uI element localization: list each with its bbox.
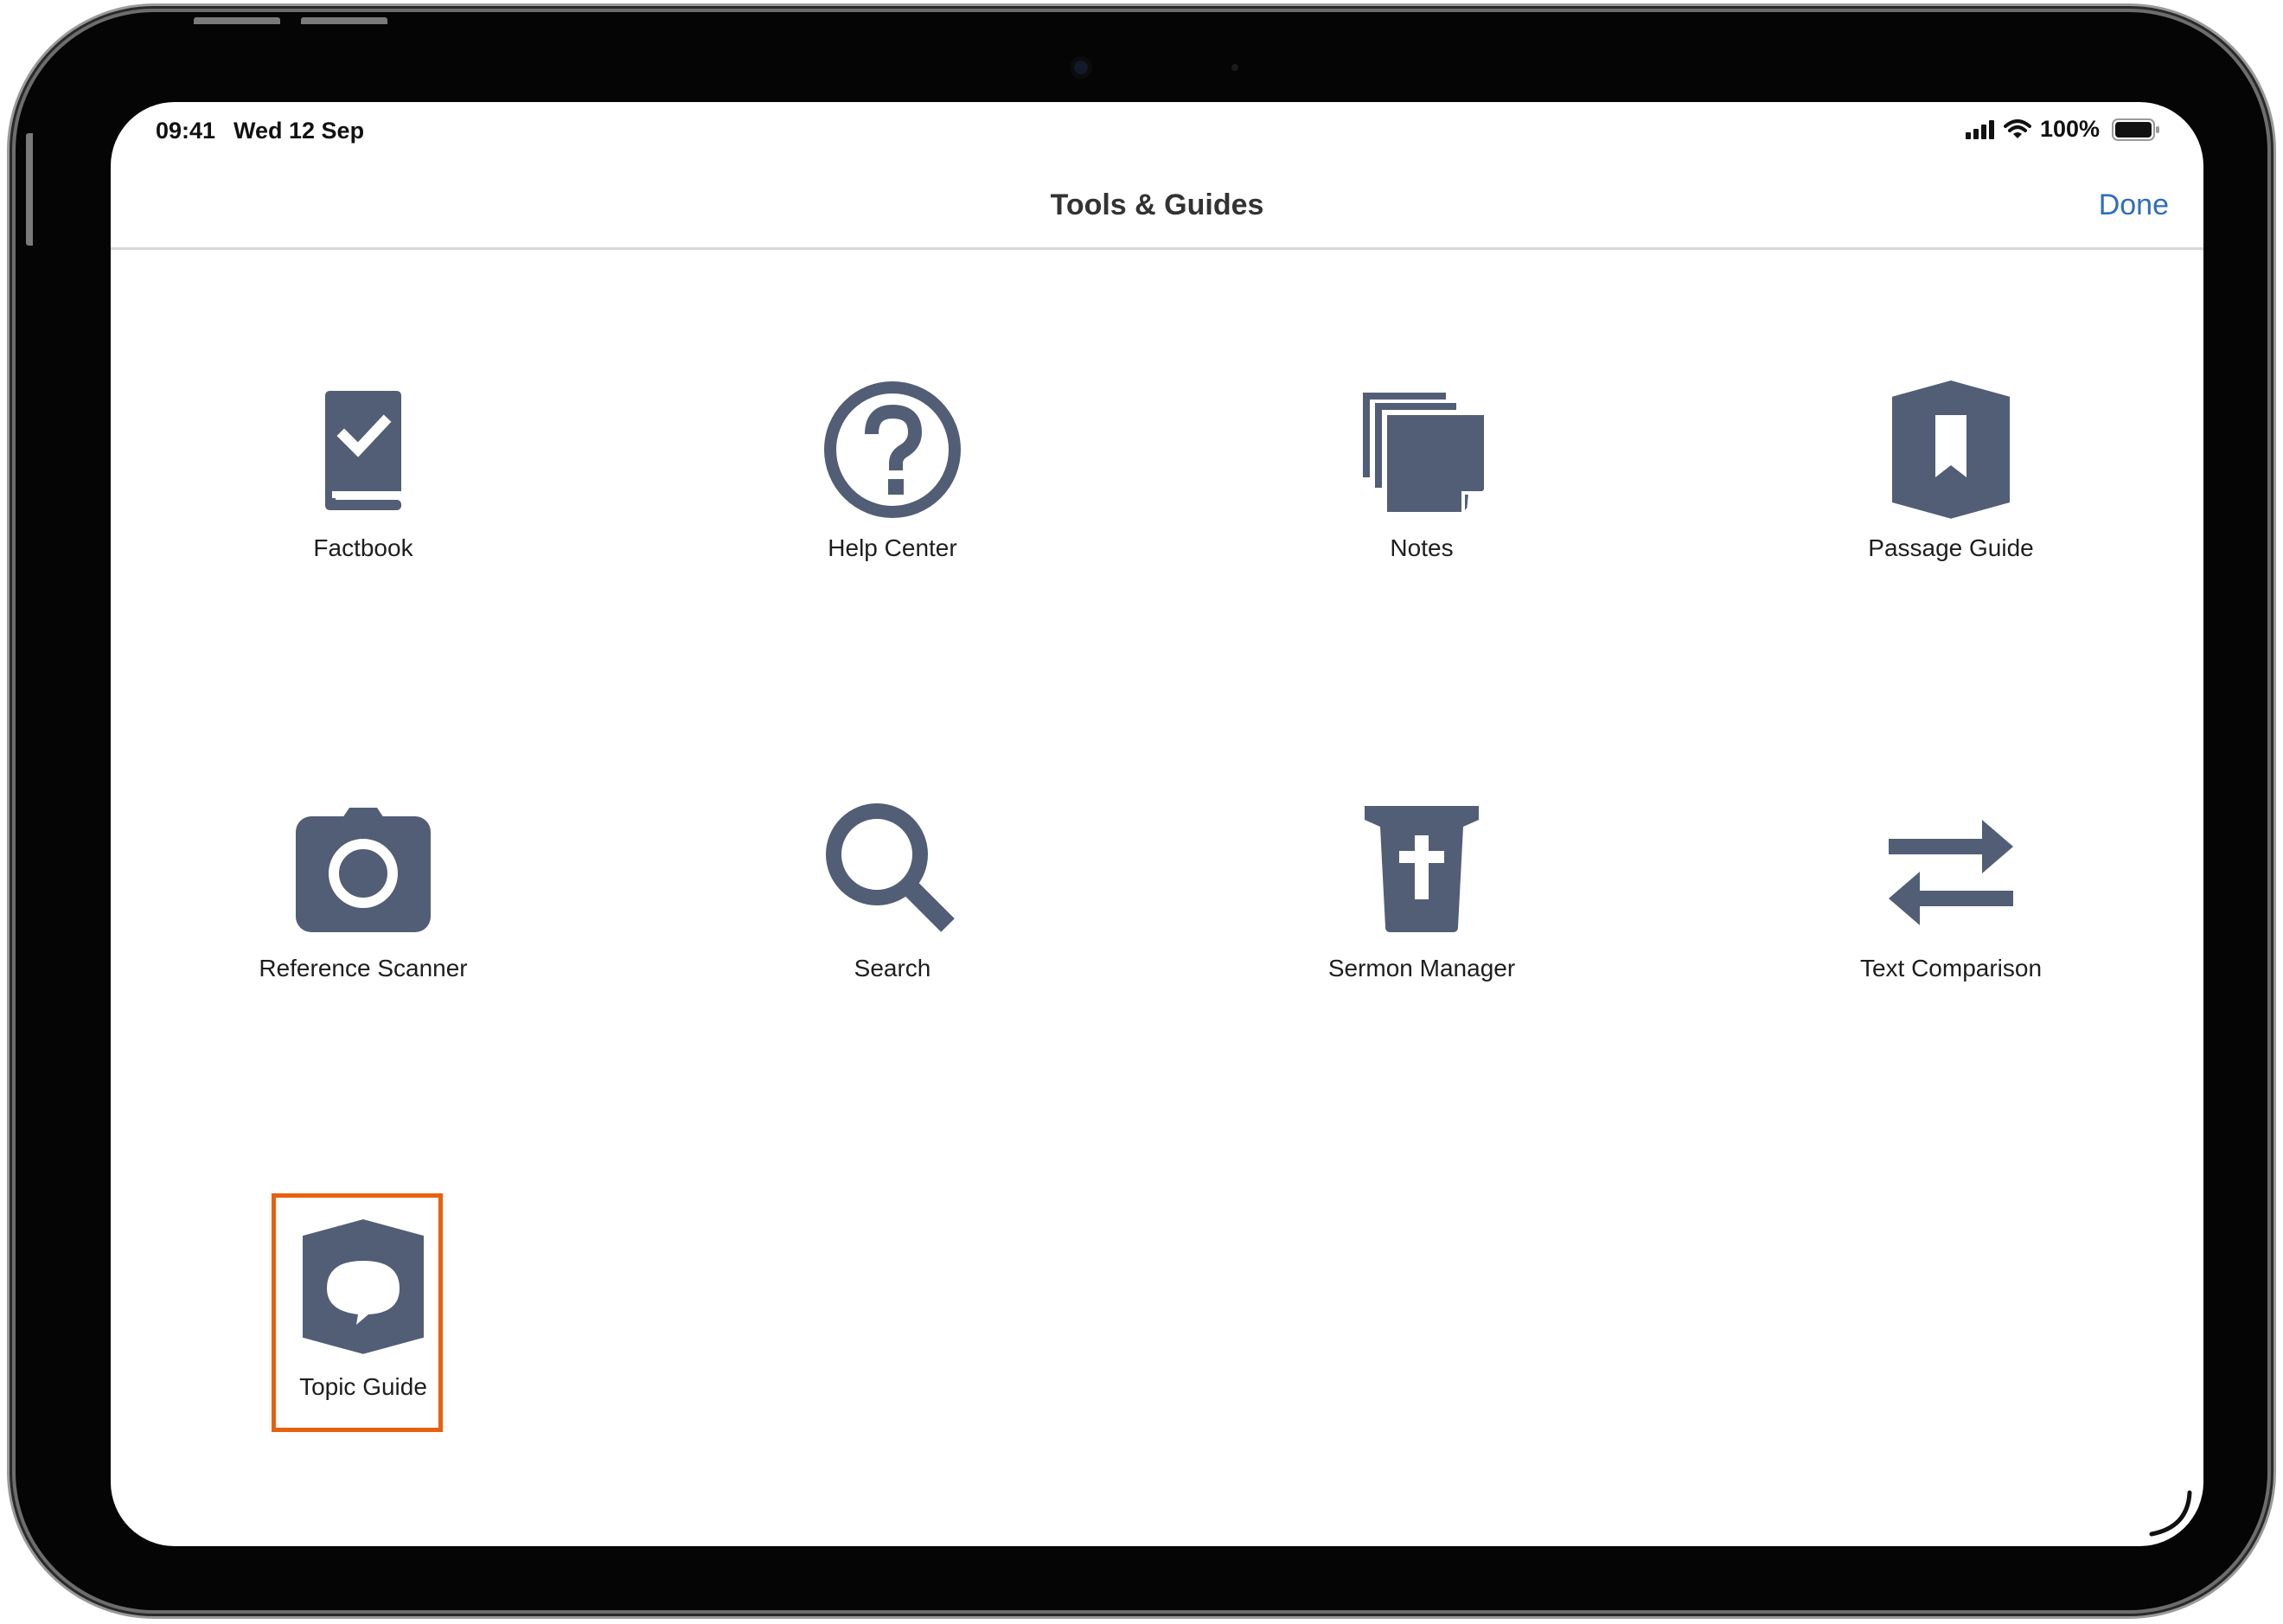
ipad-frame: 09:41 Wed 12 Sep 100% Tools & Guides Don…	[16, 12, 2267, 1610]
camera-icon	[296, 808, 431, 932]
factbook-icon	[325, 391, 401, 510]
cellular-signal-icon	[1965, 119, 1994, 139]
status-bar: 09:41 Wed 12 Sep 100%	[111, 102, 2203, 161]
battery-percentage: 100%	[2039, 116, 2100, 142]
tool-label: Reference Scanner	[259, 955, 468, 981]
tool-search[interactable]: Search	[737, 801, 1048, 982]
tool-label: Sermon Manager	[1327, 955, 1516, 981]
ambient-sensor	[1231, 64, 1238, 71]
tool-label: Factbook	[313, 534, 413, 561]
wifi-icon	[2003, 118, 2031, 138]
tool-label: Help Center	[828, 534, 957, 561]
tool-label: Notes	[1390, 534, 1454, 561]
front-camera	[1074, 61, 1088, 74]
power-button	[26, 133, 33, 246]
tool-label: Passage Guide	[1868, 534, 2034, 561]
status-indicators: 100%	[1965, 116, 2160, 143]
tool-label: Search	[854, 955, 931, 981]
search-icon	[826, 803, 955, 932]
highlight-box	[272, 1193, 443, 1432]
tool-passage-guide[interactable]: Passage Guide	[1795, 380, 2107, 562]
tool-label: Text Comparison	[1859, 955, 2043, 981]
status-date: Wed 12 Sep	[233, 118, 365, 144]
tool-sermon-manager[interactable]: Sermon Manager	[1266, 801, 1577, 982]
status-time: 09:41	[156, 118, 216, 144]
navigation-bar: Tools & Guides Done	[111, 161, 2203, 250]
passage-guide-icon	[1892, 380, 2010, 519]
done-button[interactable]: Done	[2099, 189, 2169, 222]
page-title: Tools & Guides	[1050, 189, 1264, 221]
volume-button	[194, 17, 280, 24]
tool-text-comparison[interactable]: Text Comparison	[1795, 801, 2107, 982]
corner-indicator-icon	[2149, 1490, 2192, 1537]
tool-reference-scanner[interactable]: Reference Scanner	[208, 801, 519, 982]
notes-icon	[1363, 393, 1484, 512]
volume-button	[301, 17, 387, 24]
battery-icon	[2112, 118, 2159, 141]
sermon-manager-icon	[1365, 806, 1479, 932]
text-comparison-icon	[1889, 820, 2013, 925]
tool-notes[interactable]: Notes	[1266, 380, 1577, 562]
help-icon	[824, 381, 961, 518]
screen: 09:41 Wed 12 Sep 100% Tools & Guides Don…	[111, 102, 2203, 1546]
tool-help-center[interactable]: Help Center	[737, 380, 1048, 562]
tool-factbook[interactable]: Factbook	[208, 380, 519, 562]
